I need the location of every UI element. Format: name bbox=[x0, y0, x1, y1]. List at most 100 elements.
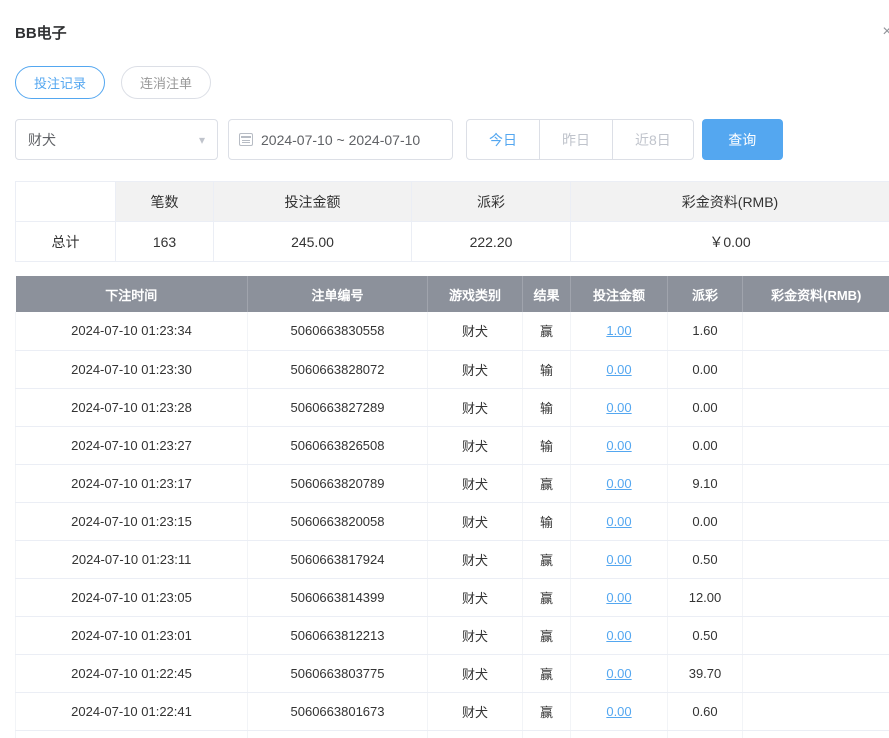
cell-time: 2024-07-10 01:23:34 bbox=[16, 312, 248, 350]
calendar-icon bbox=[239, 133, 253, 146]
tab-bar: 投注记录 连消注单 bbox=[15, 66, 889, 99]
records-table: 下注时间 注单编号 游戏类别 结果 投注金额 派彩 彩金资料(RMB) 2024… bbox=[15, 276, 889, 738]
cell-game-type: 财犬 bbox=[428, 730, 523, 738]
summary-table: 笔数 投注金额 派彩 彩金资料(RMB) 总计 163 245.00 222.2… bbox=[15, 181, 889, 262]
summary-total-count: 163 bbox=[116, 222, 214, 262]
summary-header-corner bbox=[16, 182, 116, 222]
cell-result: 赢 bbox=[523, 578, 571, 616]
cell-bonus bbox=[743, 540, 889, 578]
cell-bet-amount: 0.00 bbox=[571, 502, 668, 540]
cell-bet-amount: 0.00 bbox=[571, 540, 668, 578]
tab-bet-records[interactable]: 投注记录 bbox=[15, 66, 105, 99]
header-order-id: 注单编号 bbox=[248, 276, 428, 312]
bet-amount-link[interactable]: 0.00 bbox=[606, 590, 631, 605]
header-time: 下注时间 bbox=[16, 276, 248, 312]
tab-chain-orders[interactable]: 连消注单 bbox=[121, 66, 211, 99]
cell-game-type: 财犬 bbox=[428, 692, 523, 730]
cell-order-id: 5060663820789 bbox=[248, 464, 428, 502]
last8days-button[interactable]: 近8日 bbox=[612, 119, 694, 160]
bet-amount-link[interactable]: 0.00 bbox=[606, 704, 631, 719]
cell-game-type: 财犬 bbox=[428, 426, 523, 464]
cell-payout: 0.00 bbox=[668, 350, 743, 388]
cell-game-type: 财犬 bbox=[428, 540, 523, 578]
cell-payout: 12.00 bbox=[668, 578, 743, 616]
bet-amount-link[interactable]: 0.00 bbox=[606, 628, 631, 643]
close-icon[interactable]: × bbox=[877, 22, 889, 42]
page-title: BB电子 bbox=[15, 22, 67, 43]
cell-game-type: 财犬 bbox=[428, 388, 523, 426]
cell-bet-amount: 0.00 bbox=[571, 692, 668, 730]
summary-total-label: 总计 bbox=[16, 222, 116, 262]
cell-bonus bbox=[743, 312, 889, 350]
cell-order-id: 5060663820058 bbox=[248, 502, 428, 540]
date-range-input[interactable]: 2024-07-10 ~ 2024-07-10 bbox=[228, 119, 453, 160]
cell-order-id: 5060663812213 bbox=[248, 616, 428, 654]
bet-amount-link[interactable]: 0.00 bbox=[606, 362, 631, 377]
summary-total-bonus: ￥0.00 bbox=[571, 222, 889, 262]
cell-time: 2024-07-10 01:23:30 bbox=[16, 350, 248, 388]
bet-amount-link[interactable]: 0.00 bbox=[606, 514, 631, 529]
table-row: 2024-07-10 01:22:455060663803775财犬赢0.003… bbox=[16, 654, 889, 692]
cell-time: 2024-07-10 01:22:41 bbox=[16, 692, 248, 730]
cell-game-type: 财犬 bbox=[428, 502, 523, 540]
cell-bonus bbox=[743, 350, 889, 388]
cell-order-id: 5060663794029 bbox=[248, 730, 428, 738]
summary-header-payout: 派彩 bbox=[412, 182, 571, 222]
cell-order-id: 5060663814399 bbox=[248, 578, 428, 616]
cell-bonus bbox=[743, 578, 889, 616]
cell-result: 赢 bbox=[523, 540, 571, 578]
summary-total-bet-amount: 245.00 bbox=[214, 222, 412, 262]
bet-amount-link[interactable]: 0.00 bbox=[606, 666, 631, 681]
cell-payout: 36.50 bbox=[668, 730, 743, 738]
cell-result: 赢 bbox=[523, 692, 571, 730]
cell-result: 赢 bbox=[523, 616, 571, 654]
cell-payout: 0.50 bbox=[668, 616, 743, 654]
bet-amount-link[interactable]: 0.00 bbox=[606, 400, 631, 415]
cell-game-type: 财犬 bbox=[428, 350, 523, 388]
cell-payout: 0.00 bbox=[668, 502, 743, 540]
cell-result: 赢 bbox=[523, 464, 571, 502]
cell-bet-amount: 0.00 bbox=[571, 426, 668, 464]
summary-header-bonus: 彩金资料(RMB) bbox=[571, 182, 889, 222]
cell-order-id: 5060663827289 bbox=[248, 388, 428, 426]
bet-amount-link[interactable]: 0.00 bbox=[606, 438, 631, 453]
quick-date-group: 今日 昨日 近8日 bbox=[466, 119, 694, 160]
header-bonus: 彩金资料(RMB) bbox=[743, 276, 889, 312]
table-row: 2024-07-10 01:22:275060663794029财犬赢0.003… bbox=[16, 730, 889, 738]
table-row: 2024-07-10 01:23:015060663812213财犬赢0.000… bbox=[16, 616, 889, 654]
cell-payout: 0.00 bbox=[668, 388, 743, 426]
cell-bonus bbox=[743, 502, 889, 540]
cell-bonus bbox=[743, 616, 889, 654]
header-payout: 派彩 bbox=[668, 276, 743, 312]
cell-result: 赢 bbox=[523, 654, 571, 692]
date-range-value: 2024-07-10 ~ 2024-07-10 bbox=[261, 132, 420, 148]
cell-bonus bbox=[743, 654, 889, 692]
cell-order-id: 5060663801673 bbox=[248, 692, 428, 730]
game-select-value: 财犬 bbox=[28, 130, 56, 150]
bet-amount-link[interactable]: 0.00 bbox=[606, 552, 631, 567]
search-button[interactable]: 查询 bbox=[702, 119, 783, 160]
bet-amount-link[interactable]: 0.00 bbox=[606, 476, 631, 491]
cell-order-id: 5060663830558 bbox=[248, 312, 428, 350]
yesterday-button[interactable]: 昨日 bbox=[539, 119, 613, 160]
cell-game-type: 财犬 bbox=[428, 578, 523, 616]
table-row: 2024-07-10 01:23:275060663826508财犬输0.000… bbox=[16, 426, 889, 464]
cell-result: 赢 bbox=[523, 730, 571, 738]
cell-payout: 0.50 bbox=[668, 540, 743, 578]
records-table-body: 2024-07-10 01:23:345060663830558财犬赢1.001… bbox=[16, 312, 889, 738]
table-row: 2024-07-10 01:23:155060663820058财犬输0.000… bbox=[16, 502, 889, 540]
cell-bet-amount: 0.00 bbox=[571, 350, 668, 388]
cell-bet-amount: 0.00 bbox=[571, 654, 668, 692]
cell-payout: 9.10 bbox=[668, 464, 743, 502]
cell-bonus bbox=[743, 692, 889, 730]
cell-payout: 39.70 bbox=[668, 654, 743, 692]
cell-bet-amount: 1.00 bbox=[571, 312, 668, 350]
cell-bet-amount: 0.00 bbox=[571, 616, 668, 654]
game-select[interactable]: 财犬 ▾ bbox=[15, 119, 218, 160]
cell-game-type: 财犬 bbox=[428, 464, 523, 502]
cell-time: 2024-07-10 01:23:05 bbox=[16, 578, 248, 616]
cell-bet-amount: 0.00 bbox=[571, 388, 668, 426]
today-button[interactable]: 今日 bbox=[466, 119, 540, 160]
bet-amount-link[interactable]: 1.00 bbox=[606, 323, 631, 338]
cell-bonus bbox=[743, 464, 889, 502]
